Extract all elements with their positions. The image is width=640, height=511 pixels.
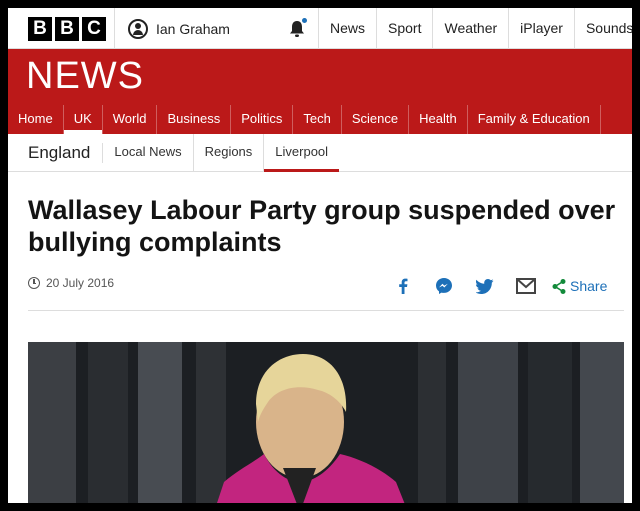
sub-nav-regions[interactable]: Regions [194, 133, 265, 172]
twitter-icon [476, 278, 494, 294]
share-button[interactable]: Share [552, 278, 607, 294]
top-nav-sounds[interactable]: Sounds [573, 8, 632, 49]
bbc-logo[interactable]: B B C [28, 17, 106, 41]
divider [28, 310, 624, 311]
share-tools: Share [388, 274, 607, 298]
facebook-icon [399, 278, 408, 294]
news-nav: Home UK World Business Politics Tech Sci… [8, 105, 601, 134]
news-header: NEWS Home UK World Business Politics Tec… [8, 49, 632, 134]
article-meta: 20 July 2016 [28, 276, 114, 290]
sub-nav-liverpool[interactable]: Liverpool [264, 134, 339, 172]
top-nav-sport[interactable]: Sport [376, 8, 432, 49]
news-nav-business[interactable]: Business [157, 105, 232, 134]
messenger-icon [436, 278, 452, 294]
sub-nav: England Local News Regions Liverpool [8, 133, 632, 172]
logo-letter: B [28, 17, 52, 41]
bbc-top-bar: B B C Ian Graham News Sport Weather iPla… [8, 8, 632, 49]
clock-icon [28, 277, 40, 289]
top-nav: News Sport Weather iPlayer Sounds [318, 8, 632, 49]
sub-nav-local-news[interactable]: Local News [103, 133, 194, 172]
user-icon [128, 18, 148, 39]
top-nav-iplayer[interactable]: iPlayer [508, 8, 574, 49]
news-title[interactable]: NEWS [26, 55, 144, 98]
news-nav-tech[interactable]: Tech [293, 105, 342, 134]
news-nav-family-education[interactable]: Family & Education [468, 105, 601, 134]
facebook-share-button[interactable] [388, 274, 418, 298]
notifications-button[interactable] [272, 8, 322, 49]
article-headline: Wallasey Labour Party group suspended ov… [28, 195, 616, 257]
top-nav-weather[interactable]: Weather [432, 8, 508, 49]
divider [114, 8, 115, 49]
email-icon [516, 278, 536, 294]
news-nav-home[interactable]: Home [8, 105, 64, 134]
article-photo [28, 342, 624, 503]
news-nav-world[interactable]: World [103, 105, 158, 134]
account-name: Ian Graham [156, 20, 230, 37]
twitter-share-button[interactable] [470, 274, 500, 298]
email-share-button[interactable] [511, 274, 541, 298]
article-date: 20 July 2016 [46, 276, 115, 290]
notification-dot [302, 18, 307, 23]
logo-letter: B [55, 17, 79, 41]
top-nav-news[interactable]: News [318, 8, 376, 49]
logo-letter: C [82, 17, 106, 41]
messenger-share-button[interactable] [429, 274, 459, 298]
browser-frame: B B C Ian Graham News Sport Weather iPla… [8, 8, 632, 503]
share-label: Share [570, 278, 608, 294]
news-nav-science[interactable]: Science [342, 105, 410, 134]
news-nav-politics[interactable]: Politics [231, 105, 294, 134]
section-england[interactable]: England [8, 142, 104, 163]
news-nav-uk[interactable]: UK [63, 105, 103, 134]
share-icon [552, 278, 566, 294]
news-nav-health[interactable]: Health [409, 105, 468, 134]
account-link[interactable]: Ian Graham [128, 8, 230, 49]
